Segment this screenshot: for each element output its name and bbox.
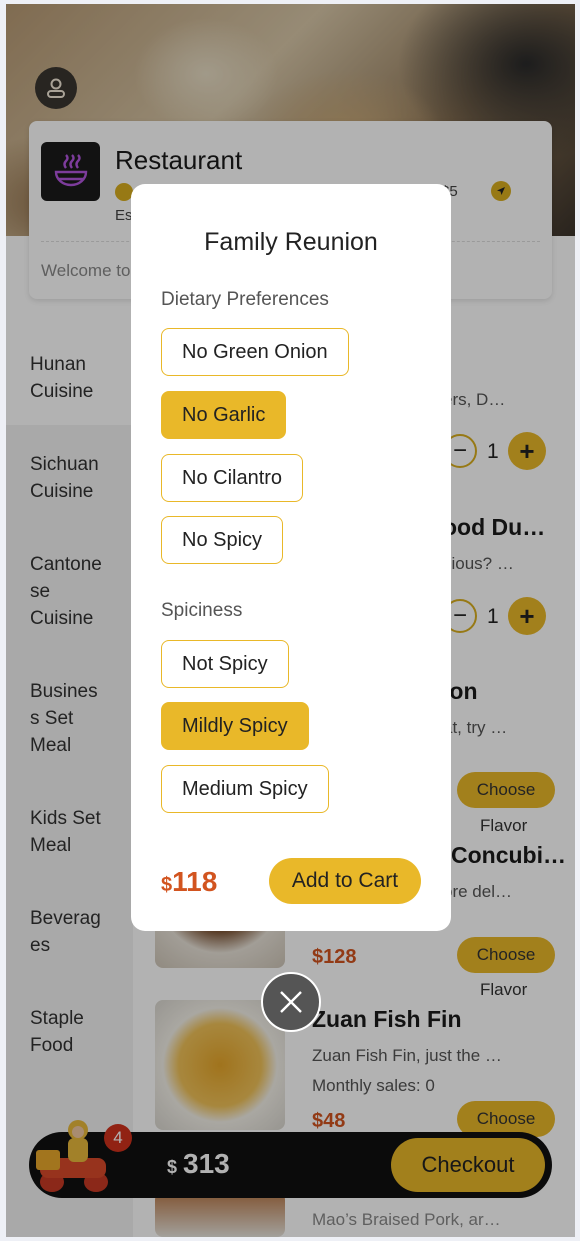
flavor-modal: Family Reunion Dietary Preferences No Gr… (131, 184, 451, 931)
dietary-preferences-label: Dietary Preferences (161, 289, 329, 310)
modal-title: Family Reunion (204, 228, 378, 256)
option-mildly-spicy[interactable]: Mildly Spicy (161, 702, 309, 750)
spiciness-label: Spiciness (161, 600, 243, 621)
option-not-spicy[interactable]: Not Spicy (161, 640, 289, 688)
modal-price: $118 (161, 866, 218, 897)
add-to-cart-button[interactable]: Add to Cart (269, 858, 421, 904)
option-no-garlic[interactable]: No Garlic (161, 391, 287, 439)
app-frame: Restaurant $5 Es Welcome to Hunan Cuisin… (6, 4, 575, 1237)
option-medium-spicy[interactable]: Medium Spicy (161, 765, 329, 813)
option-no-green-onion[interactable]: No Green Onion (161, 328, 349, 376)
option-no-cilantro[interactable]: No Cilantro (161, 454, 304, 502)
option-no-spicy[interactable]: No Spicy (161, 516, 284, 564)
close-icon[interactable] (261, 972, 321, 1032)
